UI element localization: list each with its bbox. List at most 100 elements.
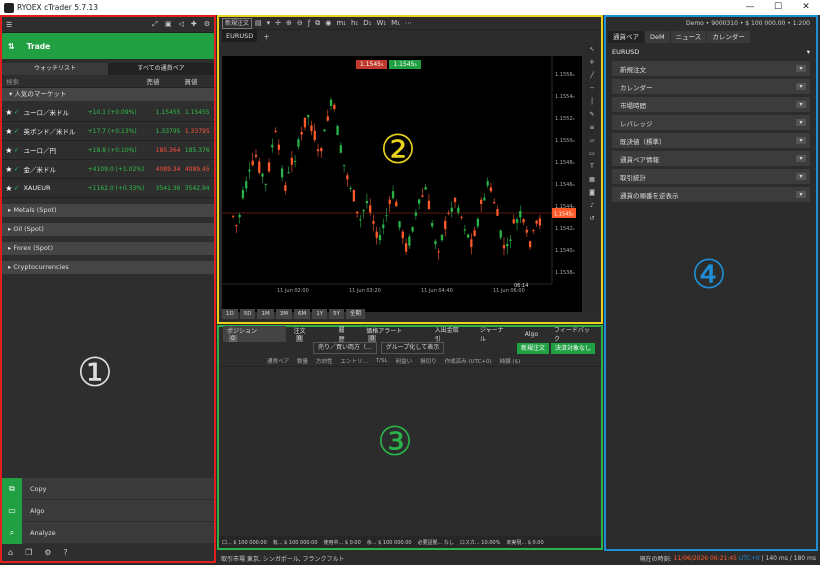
line-icon[interactable]: ╱: [590, 69, 594, 82]
close-button[interactable]: ✕: [792, 0, 820, 15]
market-row[interactable]: ★ ✓ ユーロ／米ドル +10.1 (+0.09%) 1.15455 1.15455: [2, 103, 214, 122]
star-icon[interactable]: ★: [4, 165, 14, 174]
accordion-item[interactable]: レバレッジ ▾: [612, 115, 810, 130]
menu-icon[interactable]: ☰: [6, 21, 12, 29]
star-icon[interactable]: ★: [4, 184, 14, 193]
tab-all-symbols[interactable]: すべての通貨ペア: [108, 63, 214, 75]
search-input[interactable]: 検索: [6, 76, 134, 86]
section-header[interactable]: ▸ Cryptocurrencies: [2, 261, 214, 274]
timeframe-button[interactable]: 6M: [293, 309, 311, 319]
star-icon[interactable]: ★: [4, 108, 14, 117]
accordion-item[interactable]: カレンダー ▾: [612, 79, 810, 94]
sell-button[interactable]: 1.1545₅: [356, 60, 388, 69]
positions-tab[interactable]: 注文0: [294, 326, 331, 342]
trade-header[interactable]: ⇅ Trade: [2, 33, 214, 59]
group-filter[interactable]: グループ化して表示: [380, 342, 445, 354]
timeframe-button[interactable]: 1M: [257, 309, 274, 319]
bid-price[interactable]: 185.364: [156, 147, 185, 154]
column-header[interactable]: T/SL: [376, 358, 388, 364]
zoom-out-icon[interactable]: ⊖: [297, 19, 303, 27]
template-icon[interactable]: ⧉: [315, 19, 320, 28]
h1-icon[interactable]: h₁: [351, 19, 358, 27]
grid-icon[interactable]: ▦: [589, 173, 595, 186]
info-tab[interactable]: ニュース: [670, 31, 707, 43]
text-icon[interactable]: T: [590, 160, 594, 173]
sound-icon[interactable]: ◁: [178, 20, 183, 28]
column-header[interactable]: 作成済み (UTC+0): [445, 357, 492, 365]
timeframe-button[interactable]: 全期: [345, 309, 365, 319]
close-all-button[interactable]: 決済対象なし: [550, 342, 595, 354]
bid-price[interactable]: 3541.36: [156, 185, 185, 192]
info-tab[interactable]: 通貨ペア: [608, 31, 644, 43]
section-header[interactable]: ▸ Forex (Spot): [2, 242, 214, 255]
ask-price[interactable]: 1.33795: [185, 128, 214, 135]
pointer-icon[interactable]: ↖: [589, 43, 594, 56]
info-tab[interactable]: カレンダー: [707, 31, 750, 43]
timeframe-button[interactable]: 1Y: [312, 309, 328, 319]
settings-icon[interactable]: ⚙: [204, 20, 210, 28]
column-header[interactable]: 損切り: [420, 357, 437, 365]
positions-tab[interactable]: Algo: [525, 331, 546, 338]
positions-tab[interactable]: 価格アラート0: [366, 326, 426, 342]
new-order-button[interactable]: 新規注文: [222, 17, 253, 29]
section-popular[interactable]: ▾ 人気のマーケット: [2, 88, 214, 101]
timeframe-button[interactable]: 5D: [239, 309, 256, 319]
nav-algo[interactable]: ▭ Algo: [2, 499, 214, 522]
candlestick-svg[interactable]: 1.1556₀ 1.1554₀ 1.1552₀ 1.1550₀ 1.1548₀ 1.154…: [222, 56, 582, 312]
shape-icon[interactable]: ▭: [589, 147, 595, 160]
zoom-in-icon[interactable]: ⊕: [286, 19, 292, 27]
positions-tab[interactable]: ジャーナル: [480, 325, 517, 343]
vline-icon[interactable]: │: [590, 95, 594, 108]
eye-icon[interactable]: ◉: [325, 19, 331, 27]
bid-price[interactable]: 4089.34: [156, 166, 185, 173]
price-chart[interactable]: 1.1556₀ 1.1554₀ 1.1552₀ 1.1550₀ 1.1548₀ 1.154…: [222, 56, 582, 312]
section-header[interactable]: ▸ Oil (Spot): [2, 223, 214, 236]
ask-price[interactable]: 1.15455: [185, 109, 214, 116]
new-order-green-button[interactable]: 新規注文: [516, 342, 549, 354]
column-header[interactable]: 純額 ($): [500, 357, 521, 365]
column-header[interactable]: 利益い: [396, 357, 413, 365]
accordion-item[interactable]: 既決値（標準） ▾: [612, 133, 810, 148]
timeframe-button[interactable]: 3M: [275, 309, 292, 319]
tab-watchlist[interactable]: ウォッチリスト: [2, 63, 108, 75]
w1-icon[interactable]: W₁: [376, 19, 386, 27]
chart-type-icon[interactable]: ▤: [255, 19, 262, 27]
more-icon[interactable]: ⋯: [405, 19, 412, 27]
column-header[interactable]: 数量: [297, 357, 308, 365]
hline-icon[interactable]: ─: [590, 82, 594, 95]
symbol-tab[interactable]: EURUSD: [222, 30, 258, 42]
nav-analyze[interactable]: ⌕ Analyze: [2, 521, 214, 544]
section-header[interactable]: ▸ Metals (Spot): [2, 204, 214, 217]
fib-icon[interactable]: ≡: [589, 121, 594, 134]
expand-icon[interactable]: ⤢: [152, 20, 158, 28]
add-chart-tab-icon[interactable]: ＋: [263, 31, 270, 41]
accordion-item[interactable]: 取引統計 ▾: [612, 169, 810, 184]
timeframe-button[interactable]: 1D: [222, 309, 238, 319]
window-icon[interactable]: ❐: [25, 548, 32, 557]
gear-icon[interactable]: ⚙: [44, 548, 51, 557]
info-tab[interactable]: DeM: [645, 31, 670, 43]
star-icon[interactable]: ★: [4, 127, 14, 136]
help-icon[interactable]: ?: [63, 548, 67, 557]
camera-icon[interactable]: ◙: [589, 186, 595, 199]
cross-icon[interactable]: ✛: [589, 56, 594, 69]
minimize-button[interactable]: —: [736, 0, 764, 15]
accordion-item[interactable]: 市場時間 ▾: [612, 97, 810, 112]
channel-icon[interactable]: ▱: [590, 134, 595, 147]
accordion-item[interactable]: 通貨ペア情報 ▾: [612, 151, 810, 166]
positions-tab[interactable]: 履歴: [339, 325, 359, 343]
plugin-icon[interactable]: ✚: [191, 20, 197, 28]
cursor-icon[interactable]: ▾: [267, 19, 271, 27]
store-icon[interactable]: ⌂: [8, 548, 13, 557]
ask-price[interactable]: 4089.45: [185, 166, 214, 173]
ask-price[interactable]: 185.376: [185, 147, 214, 154]
maximize-button[interactable]: ☐: [764, 0, 792, 15]
star-icon[interactable]: ★: [4, 146, 14, 155]
market-row[interactable]: ★ ✓ ユーロ／円 +18.8 (+0.10%) 185.364 185.376: [2, 141, 214, 160]
column-header[interactable]: 通貨ペア: [267, 357, 289, 365]
buy-button[interactable]: 1.1545₅: [389, 60, 421, 69]
market-row[interactable]: ★ ✓ XAUEUR +1162.0 (+0.33%) 3541.36 3542.94: [2, 179, 214, 198]
mn-icon[interactable]: M₁: [391, 19, 400, 27]
accordion-item[interactable]: 通貨の順番を逆表示 ▾: [612, 187, 810, 202]
feedback-button[interactable]: フィードバック: [554, 325, 595, 343]
